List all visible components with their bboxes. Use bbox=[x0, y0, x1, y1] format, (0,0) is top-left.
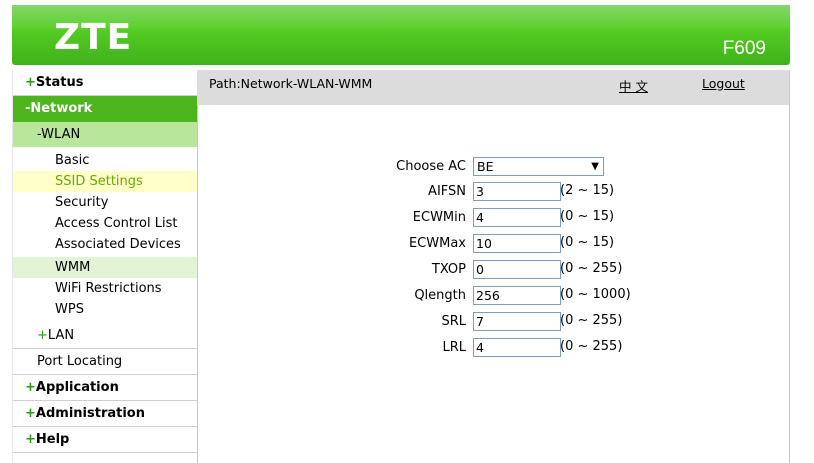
language-link[interactable]: 中 文 bbox=[619, 76, 648, 95]
ecwmax-input[interactable] bbox=[473, 234, 561, 253]
txop-range: (0 ~ 255) bbox=[560, 261, 623, 276]
choose-ac-row: Choose AC BE ▼ bbox=[197, 157, 789, 178]
menu-item-associated-devices[interactable]: Associated Devices bbox=[13, 234, 197, 255]
qlength-input[interactable] bbox=[473, 286, 561, 305]
qlength-row: Qlength (0 ~ 1000) bbox=[197, 286, 789, 307]
ecwmin-label: ECWMin bbox=[412, 210, 466, 225]
header-banner: ZTE F609 bbox=[12, 5, 790, 65]
choose-ac-value: BE bbox=[477, 159, 494, 174]
choose-ac-label: Choose AC bbox=[396, 159, 466, 174]
menu-status[interactable]: +Status bbox=[13, 70, 197, 96]
srl-range: (0 ~ 255) bbox=[560, 313, 623, 328]
menu-item-wifi-restrictions[interactable]: WiFi Restrictions bbox=[13, 278, 197, 299]
sidebar-menu: +Status -Network -WLAN Basic SSID Settin… bbox=[12, 70, 198, 463]
aifsn-label: AIFSN bbox=[428, 184, 466, 199]
expand-plus-icon: + bbox=[25, 380, 36, 395]
expand-plus-icon: + bbox=[37, 328, 48, 343]
qlength-range: (0 ~ 1000) bbox=[560, 287, 631, 302]
aifsn-range: (2 ~ 15) bbox=[560, 183, 615, 198]
expand-plus-icon: + bbox=[25, 432, 36, 447]
menu-application-label: Application bbox=[35, 380, 119, 395]
submenu-wlan-label: WLAN bbox=[41, 127, 81, 142]
dropdown-arrow-icon: ▼ bbox=[591, 161, 599, 172]
menu-item-wps[interactable]: WPS bbox=[13, 299, 197, 320]
menu-item-wmm[interactable]: WMM bbox=[13, 257, 197, 278]
ecwmin-input[interactable] bbox=[473, 208, 561, 227]
expand-plus-icon: + bbox=[25, 406, 36, 421]
lrl-row: LRL (0 ~ 255) bbox=[197, 338, 789, 359]
lrl-input[interactable] bbox=[473, 338, 561, 357]
txop-row: TXOP (0 ~ 255) bbox=[197, 260, 789, 281]
menu-administration-label: Administration bbox=[35, 406, 145, 421]
menu-status-label: Status bbox=[35, 75, 84, 90]
menu-item-basic[interactable]: Basic bbox=[13, 150, 197, 171]
menu-item-ssid-settings[interactable]: SSID Settings bbox=[13, 171, 197, 192]
lrl-range: (0 ~ 255) bbox=[560, 339, 623, 354]
ecwmin-range: (0 ~ 15) bbox=[560, 209, 615, 224]
srl-label: SRL bbox=[441, 314, 466, 329]
txop-label: TXOP bbox=[431, 262, 466, 277]
menu-item-security[interactable]: Security bbox=[13, 192, 197, 213]
menu-item-access-control-list[interactable]: Access Control List bbox=[13, 213, 197, 234]
breadcrumb: Path:Network-WLAN-WMM bbox=[209, 76, 373, 91]
ecwmin-row: ECWMin (0 ~ 15) bbox=[197, 208, 789, 229]
submenu-wlan[interactable]: -WLAN bbox=[13, 122, 197, 147]
lrl-label: LRL bbox=[442, 340, 466, 355]
menu-application[interactable]: +Application bbox=[13, 375, 197, 401]
menu-help-label: Help bbox=[35, 432, 70, 447]
zte-logo: ZTE bbox=[54, 17, 133, 58]
qlength-label: Qlength bbox=[414, 288, 466, 303]
model-name: F609 bbox=[722, 38, 766, 59]
menu-network[interactable]: -Network bbox=[13, 96, 197, 122]
submenu-port-locating[interactable]: Port Locating bbox=[13, 349, 197, 375]
logout-link[interactable]: Logout bbox=[702, 76, 745, 91]
menu-help[interactable]: +Help bbox=[13, 427, 197, 453]
menu-administration[interactable]: +Administration bbox=[13, 401, 197, 427]
ecwmax-label: ECWMax bbox=[408, 236, 466, 251]
aifsn-input[interactable] bbox=[473, 182, 561, 201]
choose-ac-select[interactable]: BE ▼ bbox=[473, 157, 604, 176]
menu-network-label: Network bbox=[30, 101, 93, 116]
path-bar: Path:Network-WLAN-WMM 中 文 Logout bbox=[197, 70, 790, 105]
txop-input[interactable] bbox=[473, 260, 561, 279]
ecwmax-row: ECWMax (0 ~ 15) bbox=[197, 234, 789, 255]
srl-input[interactable] bbox=[473, 312, 561, 331]
expand-plus-icon: + bbox=[25, 75, 36, 90]
submenu-lan-label: LAN bbox=[47, 328, 75, 343]
srl-row: SRL (0 ~ 255) bbox=[197, 312, 789, 333]
ecwmax-range: (0 ~ 15) bbox=[560, 235, 615, 250]
aifsn-row: AIFSN (2 ~ 15) bbox=[197, 182, 789, 203]
wmm-settings-form: Choose AC BE ▼ AIFSN (2 ~ 15) ECWMin (0 … bbox=[197, 105, 790, 463]
submenu-lan[interactable]: +LAN bbox=[13, 323, 197, 349]
